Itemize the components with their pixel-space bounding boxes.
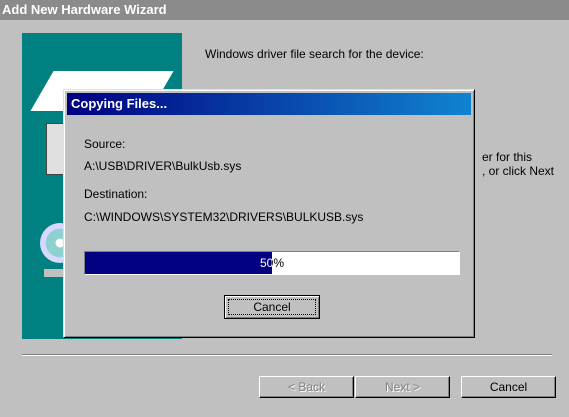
wizard-heading: Windows driver file search for the devic…: [205, 47, 424, 61]
copy-dialog-title-bar[interactable]: Copying Files...: [67, 93, 471, 115]
copy-cancel-button[interactable]: Cancel: [224, 295, 320, 319]
destination-path: C:\WINDOWS\SYSTEM32\DRIVERS\BULKUSB.sys: [84, 210, 364, 224]
progress-percent-text-inverse-label: 50%: [259, 256, 272, 270]
copy-dialog-title: Copying Files...: [71, 96, 168, 111]
progress-percent-text-inverse: 50%: [85, 252, 272, 274]
next-button[interactable]: Next >: [355, 376, 450, 398]
destination-label: Destination:: [84, 187, 148, 201]
copy-progress-bar: 50% 50%: [84, 251, 460, 275]
back-button[interactable]: < Back: [259, 376, 354, 398]
cd-slot-icon: [44, 269, 64, 277]
copying-files-dialog: Copying Files... Source: A:\USB\DRIVER\B…: [63, 89, 475, 338]
source-label: Source:: [84, 137, 126, 151]
wizard-cancel-button[interactable]: Cancel: [461, 376, 556, 398]
source-path: A:\USB\DRIVER\BulkUsb.sys: [84, 159, 242, 173]
wizard-title-bar[interactable]: Add New Hardware Wizard: [0, 0, 569, 20]
wizard-body-line-1: er for this: [482, 150, 533, 164]
wizard-title: Add New Hardware Wizard: [2, 2, 167, 17]
wizard-separator: [22, 354, 552, 356]
wizard-body-line-2: , or click Next: [482, 164, 555, 178]
